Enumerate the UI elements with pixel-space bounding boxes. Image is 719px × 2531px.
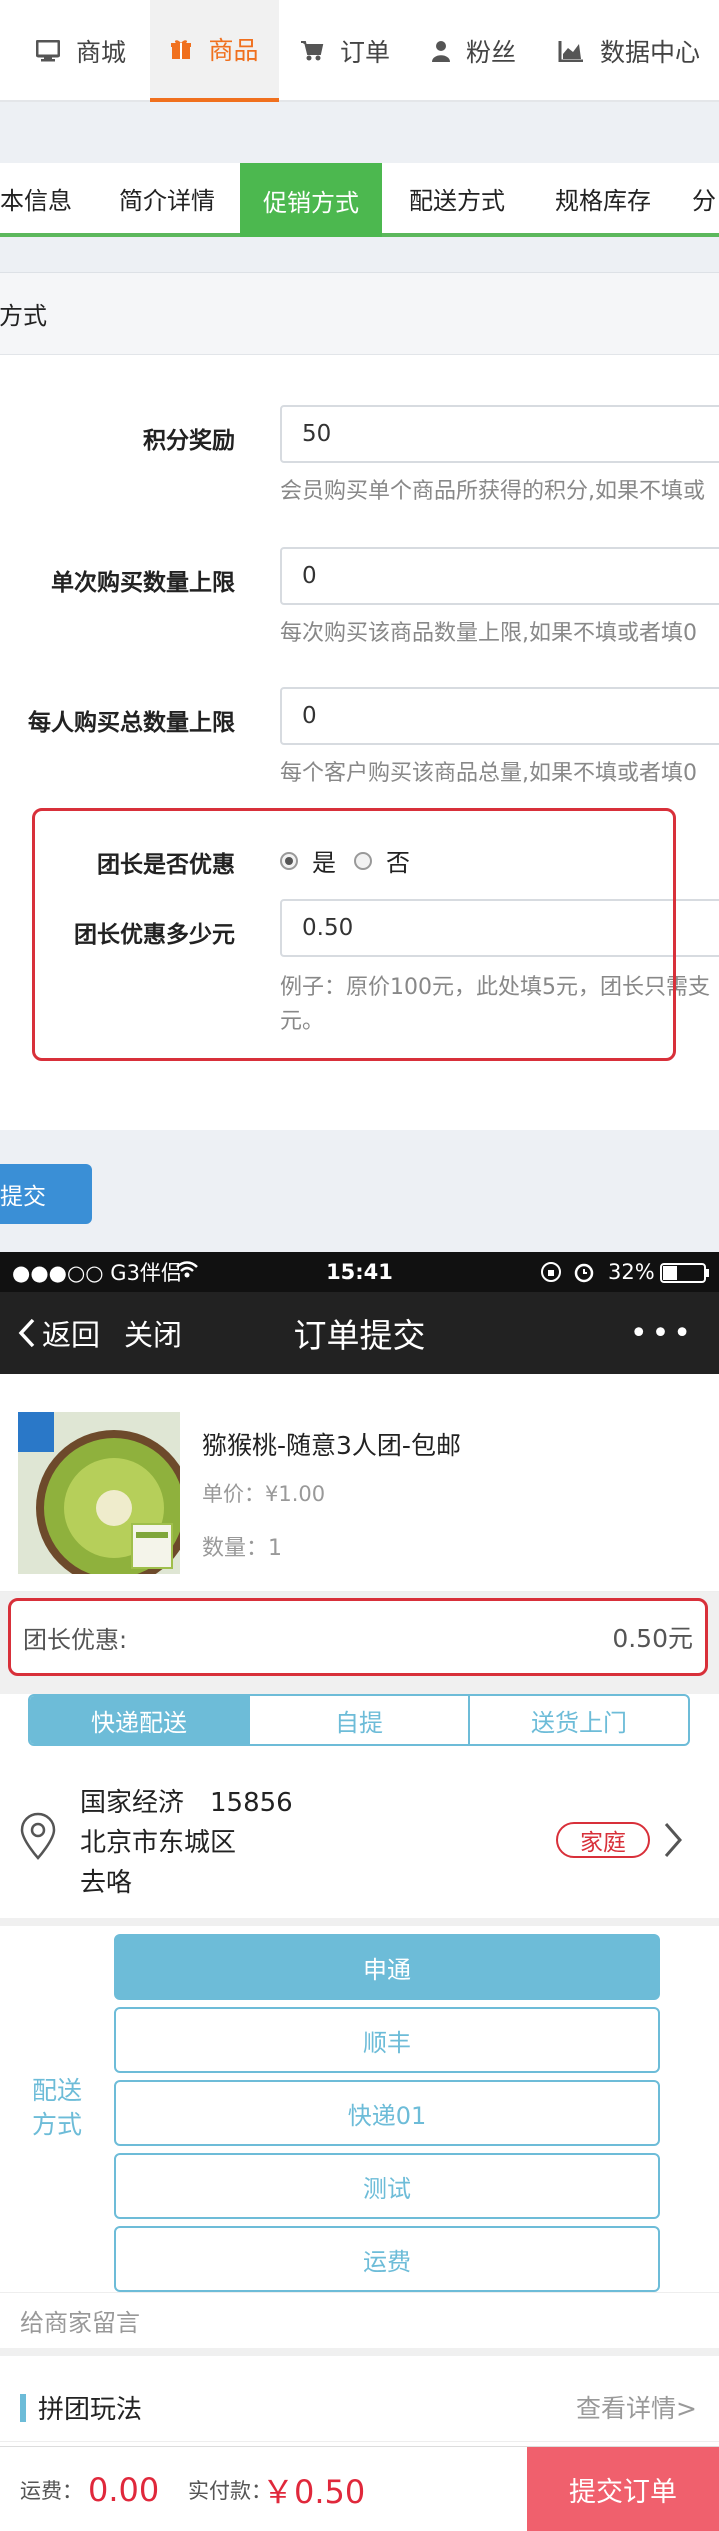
nav-item-goods[interactable]: 商品	[150, 0, 279, 102]
courier-option-express01[interactable]: 快递01	[114, 2080, 660, 2146]
courier-option-test[interactable]: 测试	[114, 2153, 660, 2219]
panel-title: 销方式	[0, 302, 47, 330]
tab-promotion[interactable]: 促销方式	[240, 163, 382, 237]
battery-icon	[660, 1263, 710, 1288]
tab-spec-stock[interactable]: 规格库存	[536, 163, 670, 233]
shipping-method-tabs: 快递配送 自提 送货上门	[28, 1694, 690, 1746]
product-tabs: 本信息 简介详情 促销方式 配送方式 规格库存 分	[0, 163, 719, 237]
points-label: 积分奖励	[143, 428, 235, 454]
address-card[interactable]: 国家经济 15856 北京市东城区 去咯 家庭	[0, 1760, 719, 1918]
admin-panel: 商城 商品 订单 粉丝 数据中心 本信息 简介详情 促销方式 配送方式 规格库存…	[0, 0, 719, 1252]
delivery-method-section: 配送方式 申通 顺丰 快递01 测试 运费	[0, 1918, 719, 2292]
nav-item-fans-label: 粉丝	[466, 38, 517, 67]
delivery-method-label: 配送方式	[31, 2076, 82, 2139]
location-pin-icon	[18, 1812, 58, 1864]
status-bar: ●●●○○ G3伴侣 15:41 32%	[0, 1252, 719, 1292]
submit-button[interactable]: 提交	[0, 1164, 92, 1224]
nav-item-goods-label: 商品	[208, 36, 259, 65]
freight-label: 运费：	[20, 2478, 83, 2503]
area-chart-icon	[558, 40, 584, 62]
nav-item-data-center[interactable]: 数据中心	[558, 0, 700, 102]
tab-basic-info[interactable]: 本信息	[0, 163, 76, 233]
tab-more[interactable]: 分	[692, 163, 719, 233]
nav-item-mall-label: 商城	[76, 38, 127, 67]
tab-self-pickup[interactable]: 自提	[250, 1696, 470, 1744]
nav-item-data-center-label: 数据中心	[600, 38, 701, 67]
nav-item-mall[interactable]: 商城	[36, 0, 126, 102]
nav-item-fans[interactable]: 粉丝	[432, 0, 516, 102]
points-help: 会员购买单个商品所获得的积分,如果不填或	[280, 479, 705, 504]
submit-order-button[interactable]: 提交订单	[527, 2447, 719, 2531]
nav-item-orders[interactable]: 订单	[300, 0, 390, 102]
mobile-navbar: 返回 关闭 订单提交 •••	[0, 1292, 719, 1374]
tab-home-delivery[interactable]: 送货上门	[470, 1696, 688, 1744]
payable-label: 实付款：	[188, 2478, 272, 2503]
view-details-link[interactable]: 查看详情>	[576, 2372, 697, 2442]
courier-option-sto[interactable]: 申通	[114, 1934, 660, 2000]
chevron-right-icon	[662, 1820, 684, 1864]
alarm-icon	[574, 1261, 594, 1288]
address-name-phone: 国家经济 15856	[80, 1788, 293, 1818]
single-limit-label: 单次购买数量上限	[51, 570, 235, 596]
product-card: 猕猴桃-随意3人团-包邮 单价：¥1.00 数量：1	[0, 1374, 719, 1592]
gift-icon	[170, 38, 192, 60]
group-buy-title: 拼团玩法	[38, 2394, 143, 2425]
section-marker	[20, 2394, 26, 2422]
address-tag: 家庭	[556, 1822, 650, 1858]
freight-value: 0.00	[88, 2470, 160, 2509]
battery-percent: 32%	[608, 1260, 655, 1284]
payable-value: ￥0.50	[262, 2472, 366, 2511]
address-street: 去咯	[80, 1868, 133, 1898]
total-limit-help: 每个客户购买该商品总量,如果不填或者填0	[280, 761, 697, 786]
courier-option-freight[interactable]: 运费	[114, 2226, 660, 2292]
courier-option-sf[interactable]: 顺丰	[114, 2007, 660, 2073]
total-limit-label: 每人购买总数量上限	[28, 710, 235, 736]
leader-discount-value: 0.50元	[612, 1624, 693, 1653]
address-city: 北京市东城区	[80, 1828, 237, 1858]
more-menu-button[interactable]: •••	[630, 1292, 695, 1374]
user-icon	[432, 40, 450, 62]
product-quantity: 数量：1	[202, 1536, 282, 1561]
single-limit-input[interactable]	[280, 547, 719, 605]
product-unit-price: 单价：¥1.00	[202, 1482, 326, 1506]
single-limit-help: 每次购买该商品数量上限,如果不填或者填0	[280, 621, 697, 646]
page-title: 订单提交	[293, 1316, 426, 1355]
product-name: 猕猴桃-随意3人团-包邮	[202, 1431, 461, 1460]
tab-description[interactable]: 简介详情	[94, 163, 240, 233]
top-navigation: 商城 商品 订单 粉丝 数据中心	[0, 0, 719, 102]
rotation-lock-icon	[540, 1261, 562, 1288]
cart-icon	[300, 40, 324, 62]
seller-message-input[interactable]: 给商家留言	[0, 2292, 719, 2356]
leader-discount-label: 团长优惠:	[23, 1625, 128, 1654]
highlight-box-leader-settings	[32, 808, 676, 1061]
leader-discount-row: 团长优惠: 0.50元	[8, 1598, 708, 1676]
tab-express[interactable]: 快递配送	[30, 1696, 250, 1744]
monitor-icon	[36, 40, 60, 62]
points-input[interactable]	[280, 405, 719, 463]
product-thumbnail[interactable]	[18, 1412, 192, 1586]
total-limit-input[interactable]	[280, 687, 719, 745]
nav-item-orders-label: 订单	[340, 38, 391, 67]
group-buy-rules-row[interactable]: 拼团玩法 查看详情>	[0, 2372, 719, 2442]
checkout-bar: 运费： 0.00 实付款： ￥0.50 提交订单	[0, 2446, 719, 2531]
tab-shipping[interactable]: 配送方式	[392, 163, 522, 233]
panel-header: 销方式	[0, 273, 719, 355]
